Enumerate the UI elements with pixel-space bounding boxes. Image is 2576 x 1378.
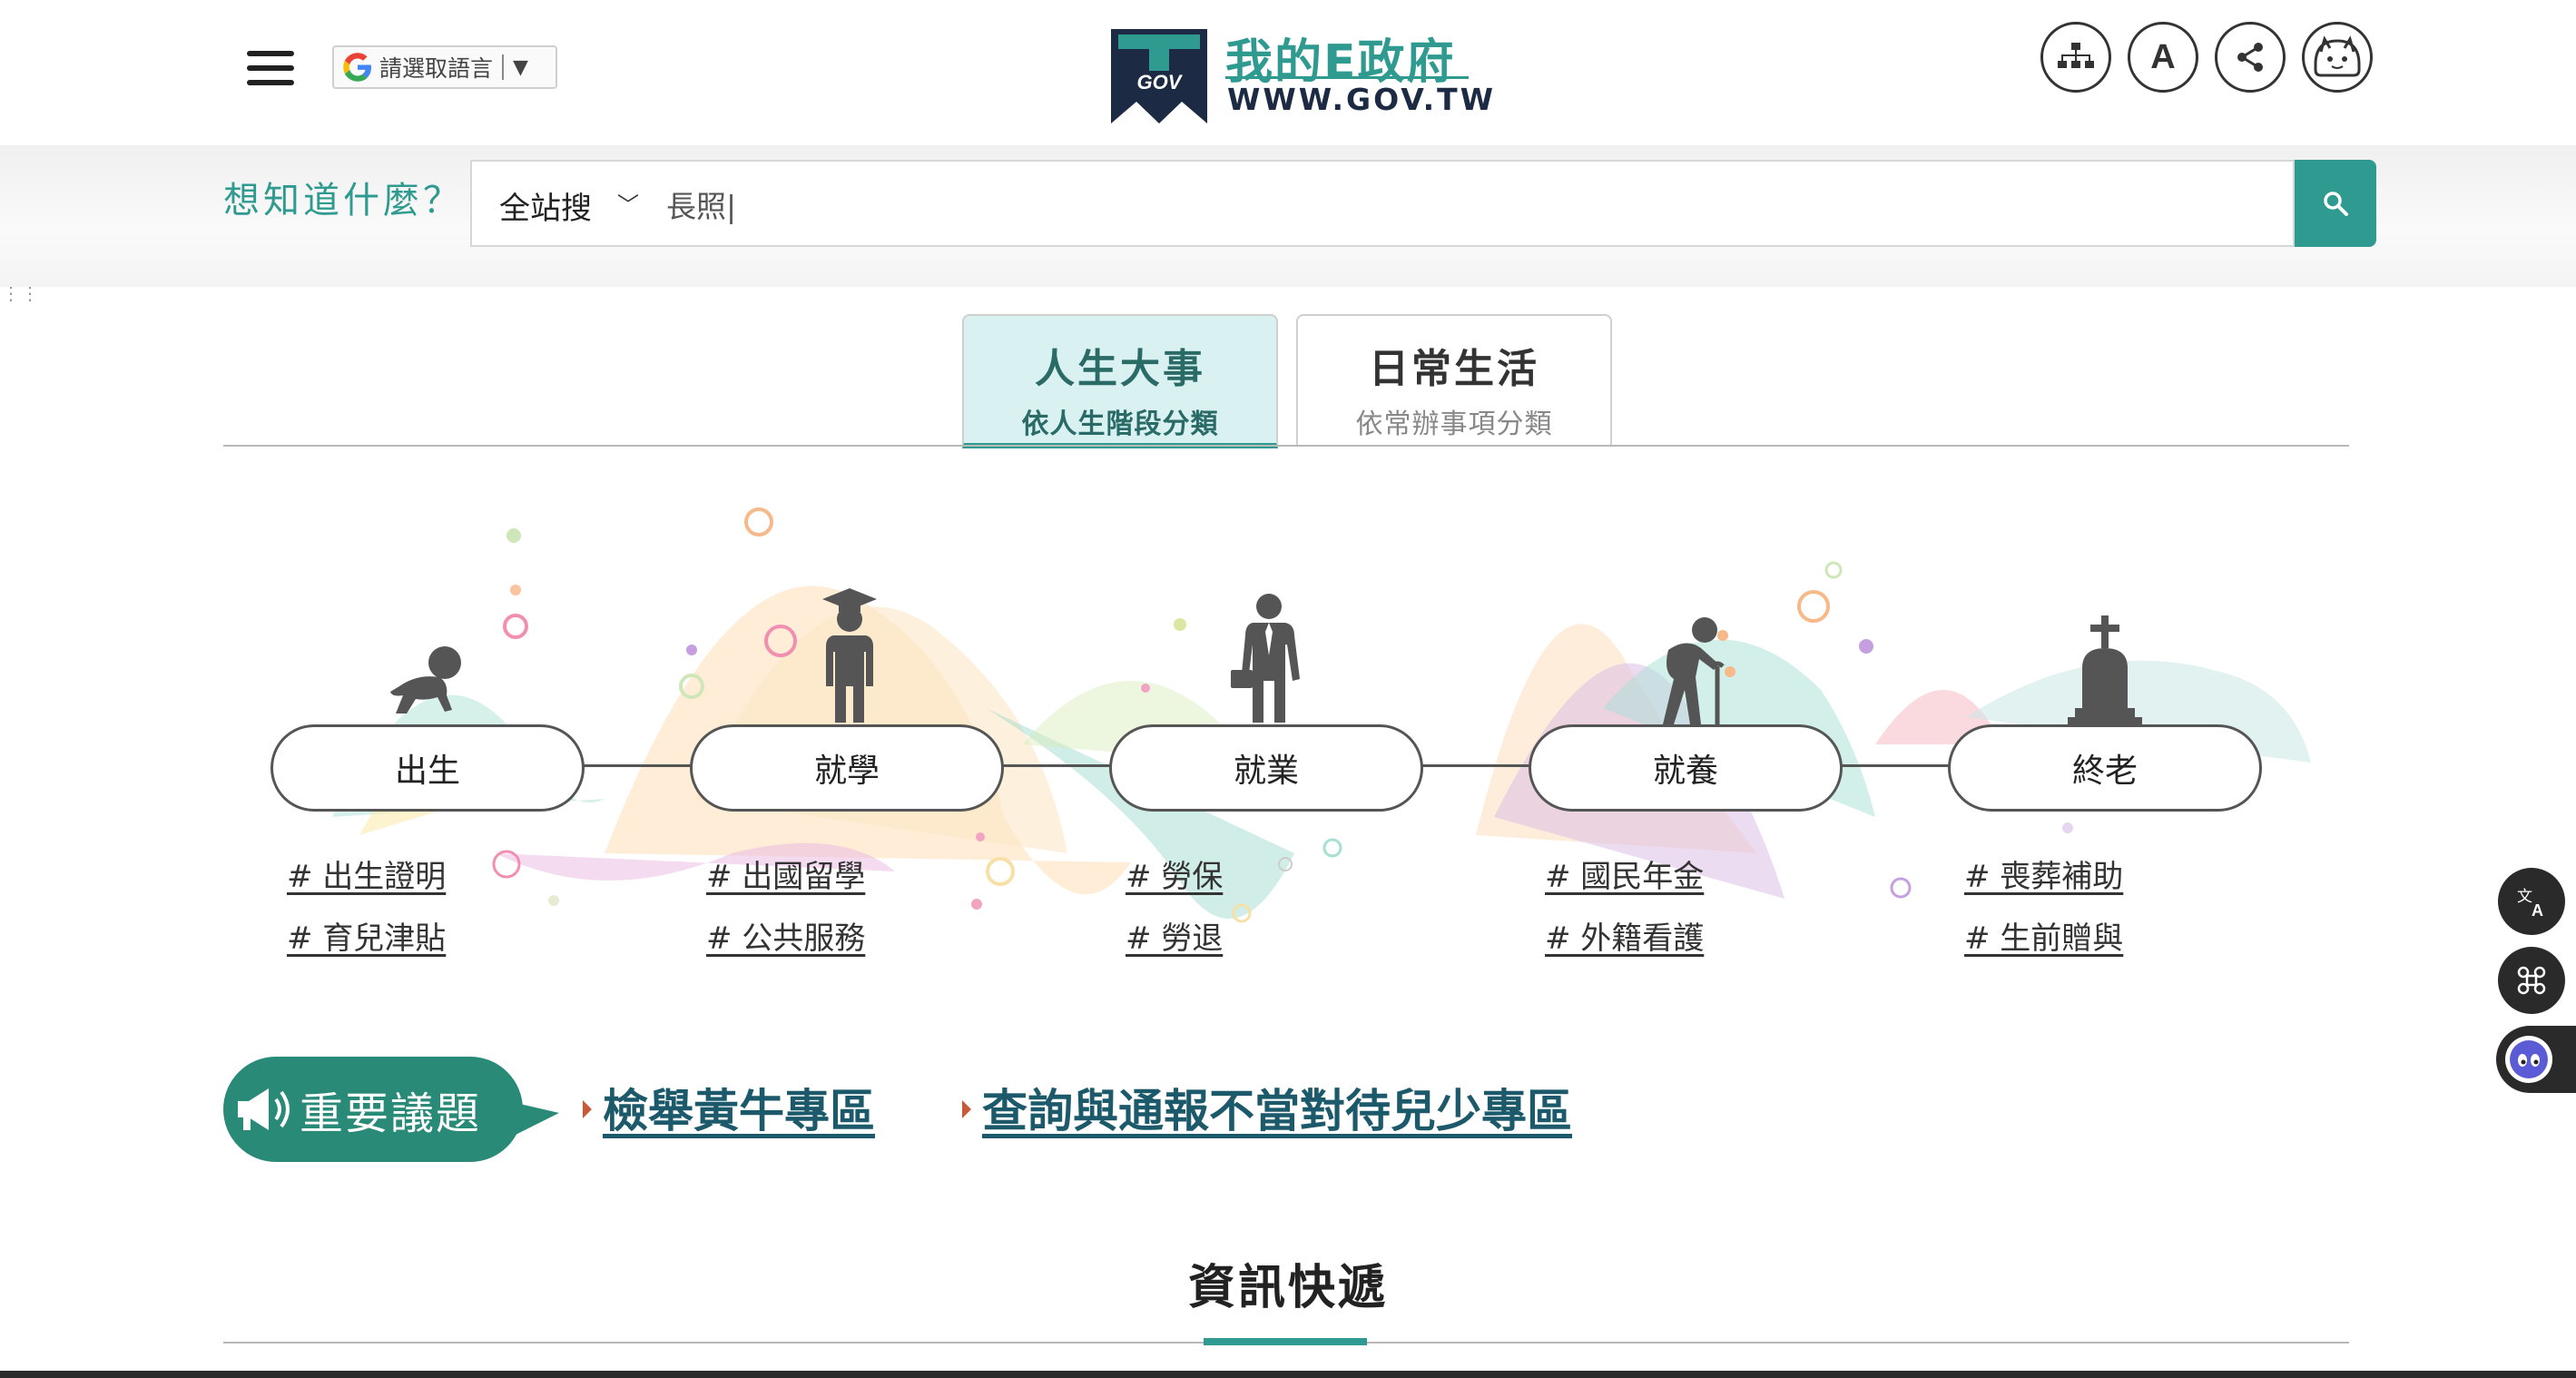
topic-link-scalper-report[interactable]: 檢舉黃牛專區 xyxy=(603,1075,875,1140)
drag-handle-side[interactable]: ⋮⋮ xyxy=(2,284,40,302)
tombstone-cross-icon xyxy=(2068,615,2142,728)
svg-text:A: A xyxy=(2532,901,2543,920)
tag-link[interactable]: # 生前贈與 xyxy=(1964,913,2123,958)
tab-subtitle: 依人生階段分類 xyxy=(1021,408,1219,440)
share-button[interactable] xyxy=(2215,22,2286,93)
stage-end-of-life[interactable]: 終老 xyxy=(1948,724,2262,812)
logo-divider xyxy=(1225,76,1469,79)
site-logo[interactable]: GOV 我的E政府 WWW.GOV.TW xyxy=(1109,22,1493,131)
search-input[interactable] xyxy=(664,174,2266,234)
tag-link[interactable]: # 出國留學 xyxy=(706,851,865,896)
elderly-cane-icon xyxy=(1663,617,1725,724)
tag-link[interactable]: # 國民年金 xyxy=(1545,851,1704,896)
tag-link[interactable]: # 出生證明 xyxy=(287,851,446,896)
link-bullet-icon xyxy=(962,1100,971,1118)
link-bullet-icon xyxy=(583,1100,592,1118)
stage-education[interactable]: 就學 xyxy=(690,724,1004,812)
assistant-bot-icon xyxy=(2505,1036,2552,1083)
tag-link[interactable]: # 勞退 xyxy=(1126,913,1223,958)
baby-crawling-icon xyxy=(390,646,461,714)
share-icon xyxy=(2237,43,2263,72)
tag-link[interactable]: # 育兒津貼 xyxy=(287,913,446,958)
language-selector[interactable]: 請選取語言 ▼ xyxy=(332,45,557,89)
logo-badge-text: GOV xyxy=(1137,71,1184,94)
apps-widget-button[interactable] xyxy=(2498,947,2565,1014)
font-size-icon: A xyxy=(2150,37,2176,76)
command-icon xyxy=(2517,966,2546,995)
chevron-down-icon[interactable]: ﹀ xyxy=(617,187,639,219)
dropdown-arrow-icon: ▼ xyxy=(513,55,528,79)
tag-link[interactable]: # 公共服務 xyxy=(706,913,865,958)
news-title-underline xyxy=(1204,1338,1367,1345)
gov-w-logo-icon: GOV xyxy=(1111,29,1207,123)
font-size-button[interactable]: A xyxy=(2128,22,2198,93)
tab-subtitle: 依常辦事項分類 xyxy=(1355,408,1553,440)
businessman-icon xyxy=(1231,594,1300,723)
search-prompt: 想知道什麼？ xyxy=(223,180,463,221)
tag-link[interactable]: # 勞保 xyxy=(1126,851,1223,896)
window-frame-edge xyxy=(0,1371,2576,1378)
graduate-icon xyxy=(822,588,877,723)
site-header: 請選取語言 ▼ GOV 我的E政府 WWW.GOV.TW A xyxy=(0,0,2576,145)
megaphone-icon xyxy=(238,1088,290,1130)
search-button[interactable] xyxy=(2295,160,2376,247)
stage-employment[interactable]: 就業 xyxy=(1109,724,1423,812)
mascot-icon xyxy=(2314,35,2361,77)
search-box: 全站搜 ﹀ xyxy=(470,160,2295,247)
stage-birth[interactable]: 出生 xyxy=(270,724,585,812)
divider xyxy=(502,54,505,80)
logo-url: WWW.GOV.TW xyxy=(1227,82,1497,117)
sitemap-icon xyxy=(2058,43,2094,68)
tab-title: 人生大事 xyxy=(1035,346,1205,392)
search-scope-select[interactable]: 全站搜 xyxy=(499,183,592,228)
tag-link[interactable]: # 外籍看護 xyxy=(1545,913,1704,958)
menu-icon[interactable] xyxy=(247,51,294,85)
tab-life-events[interactable]: 人生大事 依人生階段分類 xyxy=(962,314,1278,448)
search-icon xyxy=(2324,192,2348,216)
important-topics-badge: 重要議題 xyxy=(223,1057,559,1162)
tab-divider xyxy=(223,445,2349,447)
tag-link[interactable]: # 喪葬補助 xyxy=(1964,851,2123,896)
svg-text:文: 文 xyxy=(2517,888,2532,906)
tab-title: 日常生活 xyxy=(1369,346,1539,392)
tab-daily-life[interactable]: 日常生活 依常辦事項分類 xyxy=(1296,314,1612,447)
assistant-widget-button[interactable] xyxy=(2496,1026,2576,1093)
translate-widget-button[interactable]: 文 A xyxy=(2498,868,2565,935)
mascot-button[interactable] xyxy=(2302,22,2373,93)
sitemap-button[interactable] xyxy=(2040,22,2111,93)
topic-link-child-abuse-report[interactable]: 查詢與通報不當對待兒少專區 xyxy=(982,1075,1572,1140)
stage-retirement[interactable]: 就養 xyxy=(1529,724,1843,812)
news-section-title: 資訊快遞 xyxy=(1187,1261,1388,1315)
google-g-icon xyxy=(343,53,371,82)
important-topics-label: 重要議題 xyxy=(300,1088,482,1139)
language-selector-label: 請選取語言 xyxy=(379,55,494,82)
translate-icon: 文 A xyxy=(2517,888,2543,920)
